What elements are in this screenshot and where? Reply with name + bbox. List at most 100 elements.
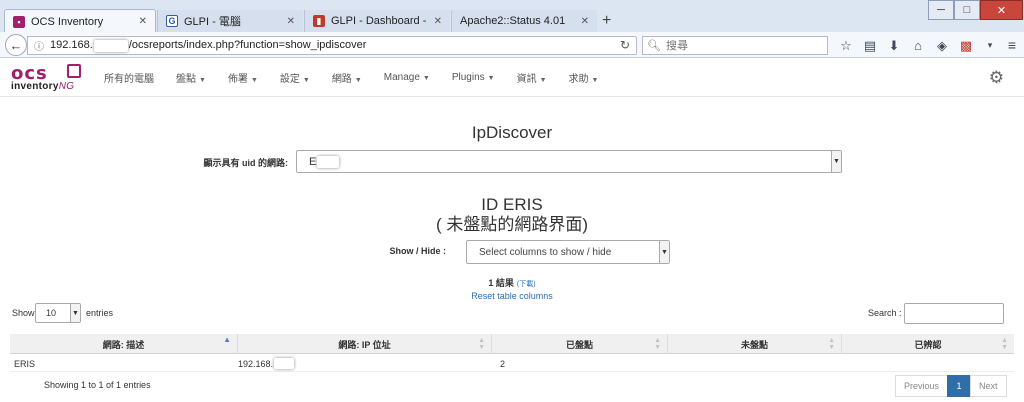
reload-icon[interactable]: ↻ [620, 38, 630, 52]
entries-select-value: 10 [46, 308, 57, 318]
tab-label: Apache2::Status 4.01 [460, 15, 566, 27]
tab-glpi-computers[interactable]: G GLPI - 電腦 ✕ [157, 10, 303, 32]
results-summary: 1 結果 (下載) [0, 276, 1024, 289]
cell-inventoried[interactable]: 2 [496, 355, 672, 372]
next-page-button[interactable]: Next [970, 375, 1007, 397]
browser-navbar: ← ⓘ 192.168./ocsreports/index.php?functi… [0, 32, 1024, 58]
menu-item-0[interactable]: 所有的電腦 [104, 70, 154, 85]
close-icon[interactable]: ✕ [434, 16, 442, 27]
minimize-icon[interactable]: ─ [928, 0, 954, 20]
table-search-input[interactable] [904, 303, 1004, 324]
tab-glpi-dashboard[interactable]: ▮ GLPI - Dashboard - Home ✕ [304, 10, 450, 32]
entries-select[interactable]: 10 ▼ [35, 303, 81, 323]
uid-filter-select[interactable]: E ▼ [296, 150, 842, 173]
sort-icon[interactable]: ▲ ▼ [828, 337, 835, 351]
download-link[interactable]: (下載) [517, 281, 536, 288]
caret-down-icon: ▼ [487, 75, 495, 82]
column-header-identified[interactable]: 已辨認 ▲ ▼ [842, 334, 1014, 354]
caret-down-icon: ▼ [354, 77, 362, 84]
menu-item-4[interactable]: 網路 ▼ [332, 70, 362, 85]
caret-down-icon: ▼ [250, 77, 258, 84]
ocs-inventory-logo[interactable]: ocs inventoryNG [11, 63, 83, 93]
sort-icon[interactable]: ▲ ▼ [1001, 337, 1008, 351]
info-icon[interactable]: ⓘ [34, 38, 44, 53]
caret-down-icon: ▼ [539, 77, 547, 84]
table-row[interactable]: ERIS 192.168. 2 [10, 355, 1014, 372]
menu-item-3[interactable]: 設定 ▼ [280, 70, 310, 85]
showhide-label: Show / Hide : [389, 246, 446, 256]
chevron-down-icon[interactable]: ▼ [831, 151, 841, 172]
new-tab-icon[interactable]: + [602, 12, 611, 30]
close-icon[interactable]: ✕ [287, 16, 295, 27]
browser-search-input[interactable] [665, 39, 816, 52]
previous-page-button[interactable]: Previous [895, 375, 949, 397]
redacted-mask [317, 155, 340, 168]
section-title: ID ERIS [481, 195, 543, 214]
browser-toolbar: ☆ ▤ ⬇ ⌂ ◈ ▩ ▾ [834, 36, 1002, 55]
caret-down-icon: ▼ [591, 77, 599, 84]
chevron-down-icon[interactable]: ▼ [70, 304, 80, 322]
menu-item-6[interactable]: Plugins ▼ [452, 72, 495, 83]
cell-not-inventoried[interactable] [672, 355, 846, 372]
pagination: Previous 1 Next [895, 375, 1007, 397]
cell-ip[interactable]: 192.168. [234, 355, 496, 372]
caret-down-icon: ▼ [302, 77, 310, 84]
ocs-favicon-icon: ▪ [13, 15, 25, 28]
column-header-description[interactable]: 網路: 描述 ▲ [10, 334, 238, 354]
page-title: IpDiscover [471, 123, 553, 142]
menu-item-8[interactable]: 求助 ▼ [569, 70, 599, 85]
column-select[interactable]: Select columns to show / hide ▼ [466, 240, 670, 264]
length-suffix: entries [86, 308, 114, 318]
bookmark-star-icon[interactable]: ☆ [834, 38, 858, 54]
sort-icon[interactable]: ▲ ▼ [478, 337, 485, 351]
page-1-button[interactable]: 1 [947, 375, 972, 397]
section-subtitle: ( 未盤點的網路界面) [435, 215, 589, 234]
sort-icon[interactable]: ▲ ▼ [654, 337, 661, 351]
uid-filter-value: E [309, 155, 317, 168]
pocket-icon[interactable]: ◈ [930, 38, 954, 54]
cell-identified[interactable] [846, 355, 1014, 372]
download-icon[interactable]: ⬇ [882, 38, 906, 54]
tab-ocs-inventory[interactable]: ▪ OCS Inventory ✕ [4, 9, 156, 33]
menu-item-5[interactable]: Manage ▼ [384, 72, 430, 83]
caret-down-icon: ▼ [422, 75, 430, 82]
sort-asc-icon[interactable]: ▲ [223, 336, 231, 344]
uid-filter-label: 顯示具有 uid 的網路: [203, 158, 289, 168]
close-icon[interactable]: ✕ [581, 16, 589, 27]
column-header-inventoried[interactable]: 已盤點 ▲ ▼ [492, 334, 668, 354]
browser-titlebar: ▪ OCS Inventory ✕ G GLPI - 電腦 ✕ ▮ GLPI -… [0, 0, 1024, 33]
column-header-not-inventoried[interactable]: 未盤點 ▲ ▼ [668, 334, 842, 354]
redacted-mask [93, 39, 128, 52]
menu-item-7[interactable]: 資訊 ▼ [517, 70, 547, 85]
maximize-icon[interactable]: □ [954, 0, 980, 20]
chevron-down-icon[interactable]: ▼ [659, 241, 669, 263]
glpi-favicon-icon: G [166, 15, 178, 27]
menu-item-2[interactable]: 佈署 ▼ [228, 70, 258, 85]
caret-down-icon: ▼ [199, 77, 206, 84]
reset-columns-link[interactable]: Reset table columns [0, 291, 1024, 301]
close-icon[interactable]: ✕ [139, 16, 147, 27]
gear-icon[interactable]: ⚙ [989, 68, 1004, 88]
length-label: Show [12, 308, 35, 318]
cell-description[interactable]: ERIS [10, 355, 234, 372]
reading-list-icon[interactable]: ▤ [858, 38, 882, 54]
url-bar[interactable]: ⓘ 192.168./ocsreports/index.php?function… [27, 36, 637, 55]
hamburger-menu-icon[interactable]: ≡ [1008, 37, 1016, 53]
glpi-dashboard-favicon-icon: ▮ [313, 15, 325, 27]
table-info: Showing 1 to 1 of 1 entries [44, 380, 151, 390]
extension-icon[interactable]: ▩ [954, 38, 978, 54]
home-icon[interactable]: ⌂ [906, 38, 930, 53]
menu-item-1[interactable]: 盤點 ▼ [176, 70, 206, 85]
table-header: 網路: 描述 ▲ 網路: IP 位址 ▲ ▼ 已盤點 ▲ ▼ 未盤點 ▲ ▼ 已辨認 … [10, 334, 1014, 354]
column-header-ip[interactable]: 網路: IP 位址 ▲ ▼ [238, 334, 492, 354]
url-text: 192.168./ocsreports/index.php?function=s… [50, 39, 367, 52]
chevron-down-icon[interactable]: ▾ [978, 40, 1002, 51]
column-select-value: Select columns to show / hide [479, 246, 612, 258]
back-arrow-icon[interactable]: ← [5, 34, 27, 56]
tab-label: GLPI - 電腦 [184, 16, 241, 28]
app-header: ocs inventoryNG 所有的電腦 盤點 ▼ 佈署 ▼ 設定 ▼ 網路 ▼ Manage ▼… [0, 58, 1024, 97]
browser-search[interactable]: 🔍︎ [642, 36, 828, 55]
window-close-icon[interactable]: ✕ [980, 0, 1023, 20]
results-count: 1 結果 [488, 278, 514, 288]
tab-apache-status[interactable]: Apache2::Status 4.01 ✕ [451, 10, 597, 32]
